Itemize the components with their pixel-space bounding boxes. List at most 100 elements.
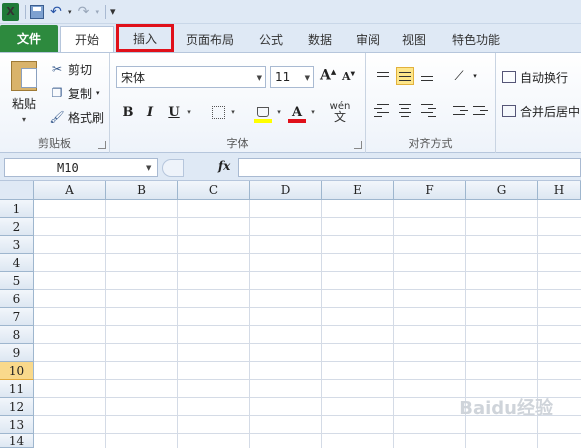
paste-button[interactable]: 粘贴 ▾ <box>6 59 42 129</box>
tab-special-features[interactable]: 特色功能 <box>436 26 516 52</box>
tab-data[interactable]: 数据 <box>296 26 344 52</box>
align-bottom-button[interactable] <box>418 67 436 85</box>
align-center-button[interactable] <box>396 101 414 119</box>
row-header[interactable]: 12 <box>0 398 34 416</box>
qat-separator <box>25 4 26 19</box>
redo-button[interactable]: ↷ <box>74 3 94 21</box>
customize-qat-button[interactable]: ▾ <box>110 3 116 21</box>
tab-home[interactable]: 开始 <box>60 26 114 52</box>
select-all-corner[interactable] <box>0 181 34 200</box>
row-header[interactable]: 8 <box>0 326 34 344</box>
italic-button[interactable]: I <box>142 101 158 123</box>
excel-logo-icon[interactable]: X <box>2 2 19 21</box>
formula-bar-handle[interactable] <box>162 159 184 177</box>
row-header[interactable]: 14 <box>0 434 34 448</box>
underline-button[interactable]: U <box>166 101 182 123</box>
row-header[interactable]: 6 <box>0 290 34 308</box>
tab-insert[interactable]: 插入 <box>116 24 174 52</box>
watermark: Baidu经验 <box>459 398 553 419</box>
orientation-dropdown-icon[interactable]: ▾ <box>466 67 484 85</box>
format-painter-button[interactable]: 🖌 格式刷 <box>49 107 105 127</box>
align-right-button[interactable] <box>418 101 436 119</box>
tab-formulas[interactable]: 公式 <box>246 26 296 52</box>
decrease-indent-button[interactable] <box>450 101 468 119</box>
ribbon-tabs: 文件 开始 插入 页面布局 公式 数据 审阅 视图 特色功能 <box>0 24 581 52</box>
insert-function-button[interactable]: fx <box>218 159 230 173</box>
alignment-group: ⟋ ▾ 对齐方式 <box>366 53 496 153</box>
chevron-down-icon: ▼ <box>256 74 262 82</box>
paste-icon <box>11 61 37 91</box>
fill-dropdown-icon[interactable]: ▾ <box>274 101 284 123</box>
wrap-text-icon <box>502 71 516 83</box>
align-left-button[interactable] <box>374 101 392 119</box>
fill-color-button[interactable] <box>252 101 274 123</box>
fill-color-swatch <box>254 119 272 123</box>
column-header[interactable]: E <box>322 181 394 200</box>
increase-indent-button[interactable] <box>470 101 488 119</box>
row-header[interactable]: 4 <box>0 254 34 272</box>
column-header[interactable]: F <box>394 181 466 200</box>
font-color-letter: A <box>291 104 303 120</box>
qat-separator <box>105 4 107 19</box>
underline-dropdown-icon[interactable]: ▾ <box>184 101 194 123</box>
save-button[interactable] <box>30 3 44 21</box>
save-icon <box>30 4 44 19</box>
grow-font-button[interactable]: A▲ <box>320 67 336 84</box>
row-header[interactable]: 9 <box>0 344 34 362</box>
tab-review[interactable]: 审阅 <box>344 26 392 52</box>
font-color-button[interactable]: A <box>286 101 308 123</box>
row-header[interactable]: 7 <box>0 308 34 326</box>
name-box[interactable]: M10 <box>4 158 158 177</box>
row-header[interactable]: 11 <box>0 380 34 398</box>
font-size-select[interactable]: 11 ▼ <box>270 66 314 88</box>
row-header-active[interactable]: 10 <box>0 362 34 380</box>
undo-button[interactable]: ↶ <box>46 3 66 21</box>
clipboard-group: 粘贴 ▾ ✂ 剪切 ❐ 复制 ▾ 🖌 格式刷 剪贴板 <box>0 53 110 153</box>
redo-dropdown-icon[interactable]: ▾ <box>96 3 100 21</box>
copy-button[interactable]: ❐ 复制 ▾ <box>50 83 100 103</box>
align-middle-button[interactable] <box>396 67 414 85</box>
column-header[interactable]: B <box>106 181 178 200</box>
chevron-down-icon: ▼ <box>304 74 310 82</box>
column-header[interactable]: C <box>178 181 250 200</box>
font-name-select[interactable]: 宋体 ▼ <box>116 66 266 88</box>
undo-dropdown-icon[interactable]: ▾ <box>68 3 72 21</box>
row-header[interactable]: 1 <box>0 200 34 218</box>
column-header[interactable]: D <box>250 181 322 200</box>
phonetic-guide-button[interactable]: wén 文 <box>326 101 354 124</box>
align-top-button[interactable] <box>374 67 392 85</box>
column-header[interactable]: A <box>34 181 106 200</box>
row-header[interactable]: 5 <box>0 272 34 290</box>
tab-view[interactable]: 视图 <box>392 26 436 52</box>
clipboard-launcher-icon[interactable] <box>98 141 106 149</box>
scissors-icon: ✂ <box>51 62 63 76</box>
tab-file[interactable]: 文件 <box>0 25 58 52</box>
font-launcher-icon[interactable] <box>354 141 362 149</box>
font-color-dropdown-icon[interactable]: ▾ <box>308 101 318 123</box>
row-header[interactable]: 3 <box>0 236 34 254</box>
font-group: 宋体 ▼ 11 ▼ A▲ A▼ B I U ▾ ▾ ▾ A ▾ wén 文 字体 <box>110 53 366 153</box>
quick-access-toolbar: X ↶ ▾ ↷ ▾ ▾ <box>0 0 581 24</box>
spreadsheet-grid: A B C D E F G H 1 2 3 4 5 6 7 8 9 10 11 … <box>0 181 581 448</box>
row-header[interactable]: 13 <box>0 416 34 434</box>
cut-button[interactable]: ✂ 剪切 <box>50 59 92 79</box>
chevron-down-icon[interactable]: ▼ <box>146 164 151 172</box>
row-header[interactable]: 2 <box>0 218 34 236</box>
format-painter-label: 格式刷 <box>68 110 105 125</box>
shrink-font-button[interactable]: A▼ <box>342 70 355 83</box>
bold-button[interactable]: B <box>120 101 136 123</box>
borders-button[interactable] <box>210 101 226 123</box>
ribbon: 粘贴 ▾ ✂ 剪切 ❐ 复制 ▾ 🖌 格式刷 剪贴板 宋体 ▼ 11 ▼ A▲ … <box>0 52 581 153</box>
paste-dropdown-icon[interactable]: ▾ <box>22 115 26 124</box>
copy-dropdown-icon[interactable]: ▾ <box>96 89 100 97</box>
orientation-icon: ⟋ <box>454 68 464 84</box>
wrap-text-button[interactable]: 自动换行 <box>502 67 568 87</box>
tab-page-layout[interactable]: 页面布局 <box>174 26 246 52</box>
column-header[interactable]: G <box>466 181 538 200</box>
name-box-value: M10 <box>57 160 79 175</box>
merge-center-button[interactable]: 合并后居中 <box>502 101 580 121</box>
formula-input[interactable] <box>238 158 581 177</box>
merge-icon <box>502 105 516 117</box>
column-header[interactable]: H <box>538 181 581 200</box>
borders-dropdown-icon[interactable]: ▾ <box>228 101 238 123</box>
